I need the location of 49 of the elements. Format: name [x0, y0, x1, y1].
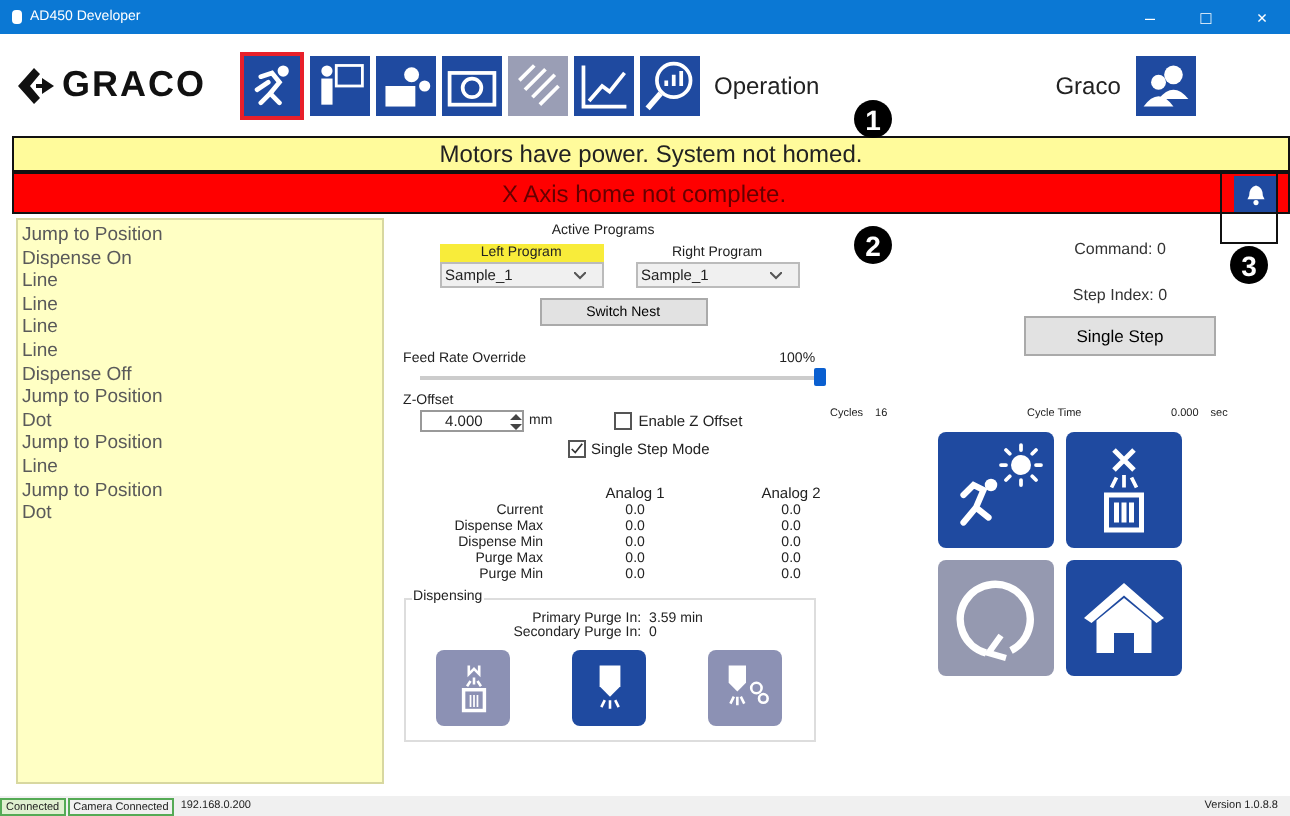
callout-marker: 2 — [854, 226, 892, 264]
program-step[interactable]: Dispense Off — [22, 363, 378, 387]
program-step[interactable]: Line — [22, 293, 378, 317]
callout-marker: 1 — [854, 100, 892, 138]
program-step[interactable]: Line — [22, 316, 378, 340]
program-step[interactable]: Line — [22, 270, 378, 294]
camera-tab[interactable] — [442, 55, 502, 115]
operation-tab[interactable] — [240, 51, 304, 119]
page-title: Operation — [714, 71, 820, 99]
teach-tab[interactable] — [310, 55, 370, 115]
command-readout: Command: 0 — [1074, 240, 1166, 258]
home-button[interactable] — [1066, 560, 1182, 676]
caret-icon — [573, 271, 586, 279]
magnifier-chart-icon — [642, 57, 698, 113]
step-index-readout: Step Index: 0 — [1072, 286, 1168, 304]
caret-icon — [769, 271, 782, 279]
brand-logo: GRACO — [62, 64, 206, 106]
setup-tab[interactable] — [376, 55, 436, 115]
single-step-button[interactable]: Single Step — [1024, 316, 1216, 356]
program-step[interactable]: Jump to Position — [22, 479, 378, 503]
program-step[interactable]: Line — [22, 339, 378, 364]
chart-tab[interactable] — [574, 55, 634, 115]
slider-thumb[interactable] — [813, 368, 826, 386]
app-icon — [12, 10, 22, 24]
purge-button[interactable] — [1066, 432, 1182, 548]
program-step[interactable]: Dot — [22, 409, 378, 433]
inspect-tab[interactable] — [640, 55, 700, 115]
alarm-message: X Axis home not complete. — [499, 179, 789, 207]
window-control[interactable]: □ — [1178, 7, 1234, 27]
feed-rate-slider[interactable] — [419, 366, 820, 390]
alarm-button[interactable] — [1234, 175, 1278, 211]
bell-icon — [1244, 181, 1268, 205]
status-message: Motors have power. System not homed. — [12, 136, 1290, 172]
program-step[interactable]: Dot — [22, 502, 378, 526]
window-control[interactable]: – — [1122, 7, 1178, 27]
dispense-button[interactable] — [572, 650, 647, 726]
start-button[interactable] — [938, 432, 1054, 548]
callout-marker: 3 — [1230, 246, 1268, 284]
check-icon — [569, 442, 584, 456]
spinner-icon[interactable] — [509, 411, 522, 431]
program-step[interactable]: Dispense On — [22, 247, 378, 271]
program-step[interactable]: Jump to Position — [22, 224, 378, 248]
program-step[interactable]: Jump to Position — [22, 432, 378, 456]
program-step[interactable]: Jump to Position — [22, 386, 378, 410]
window-control[interactable]: × — [1234, 7, 1290, 27]
program-step[interactable]: Line — [22, 455, 378, 480]
users-button[interactable] — [1136, 55, 1197, 115]
logo-icon — [16, 65, 56, 105]
user-name: Graco — [1055, 71, 1121, 99]
